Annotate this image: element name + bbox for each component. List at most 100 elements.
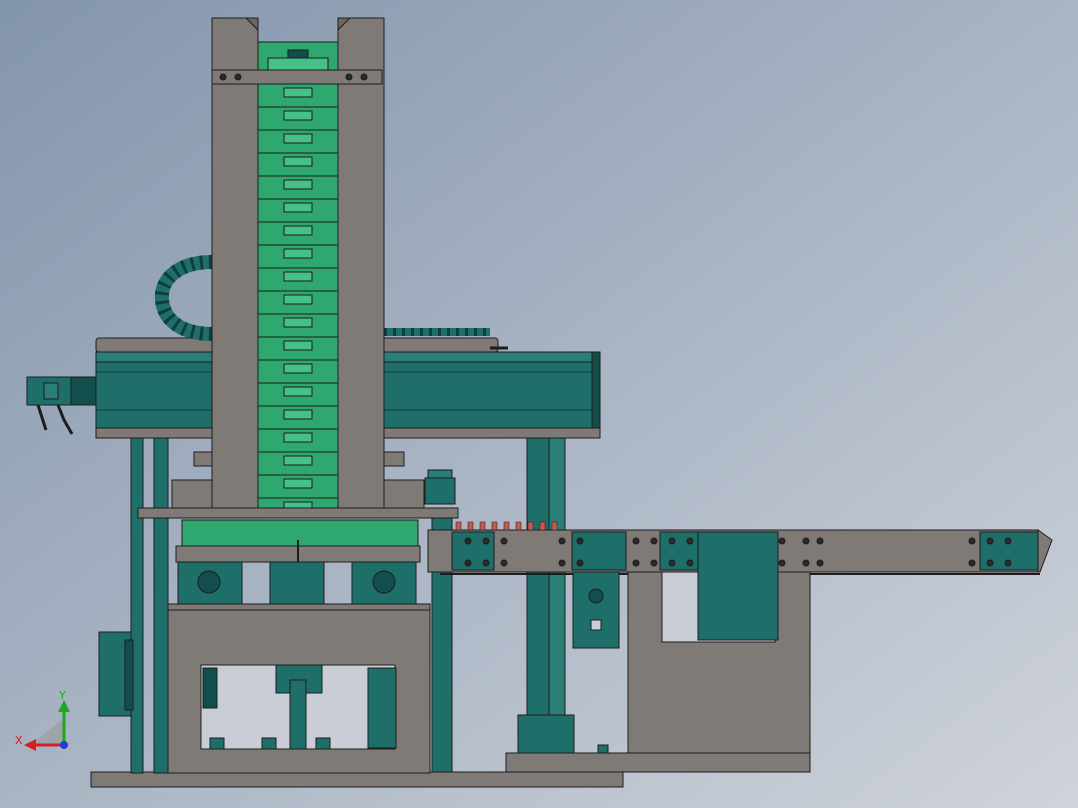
tray-slot [283, 478, 313, 489]
lower-motor-flange [124, 639, 134, 711]
tray-slot [283, 156, 313, 167]
window-motor-right [367, 667, 397, 749]
triad-y-label: Y [58, 689, 66, 702]
conveyor-pin [467, 521, 474, 531]
rail-bolt [1004, 537, 1012, 545]
tray-slot [283, 248, 313, 259]
tray-slot [283, 87, 313, 98]
window-foot [261, 737, 277, 750]
rail-bolt [802, 559, 810, 567]
gantry-motor-flange [70, 376, 97, 406]
rail-bolt [686, 559, 694, 567]
bearing-center-block [269, 561, 325, 605]
rail-bolt [558, 537, 566, 545]
lower-frame-top [167, 603, 431, 611]
magazine-top-clip [287, 49, 309, 59]
tray-slot [283, 363, 313, 374]
magazine-top-block [267, 57, 329, 71]
gantry-motor-cap [43, 382, 59, 400]
conveyor-sensor-bracket [572, 571, 620, 649]
triad-origin [60, 741, 68, 749]
sensor-bracket [424, 477, 456, 505]
rail-bolt [632, 537, 640, 545]
bearing-right-bore [372, 570, 396, 594]
tray-slot [283, 386, 313, 397]
conveyor-pin [539, 521, 546, 531]
rail-bolt [632, 559, 640, 567]
rail-bolt [686, 537, 694, 545]
sensor-cap [427, 469, 453, 479]
rail-bolt [464, 537, 472, 545]
tray-slot [283, 455, 313, 466]
column-right-a [526, 437, 550, 754]
magazine-right-plate [337, 17, 385, 511]
base-plate-left [90, 771, 624, 788]
carriage-side-plate-left [171, 479, 213, 509]
crossbar-bolt [234, 73, 242, 81]
rail-bolt [668, 559, 676, 567]
rail-bolt [986, 559, 994, 567]
rail-bolt [816, 537, 824, 545]
tray-slot [283, 110, 313, 121]
rail-bolt [802, 537, 810, 545]
carriage-bottom-plate [137, 507, 459, 519]
conveyor-pin-row [455, 521, 558, 531]
crossbar-bolt [360, 73, 368, 81]
crossbar-bolt [219, 73, 227, 81]
rail-bolt [650, 537, 658, 545]
conveyor-pin [503, 521, 510, 531]
column-left-outer [130, 437, 144, 774]
lift-plate [181, 519, 419, 547]
tray-slot [283, 340, 313, 351]
rail-bolt [986, 537, 994, 545]
cad-viewport[interactable]: Y X [0, 0, 1078, 808]
rail-bolt [968, 537, 976, 545]
conveyor-pin [479, 521, 486, 531]
tray-slot [283, 294, 313, 305]
rail-bolt [668, 537, 676, 545]
rail-bolt [650, 559, 658, 567]
triad-x-label: X [15, 734, 23, 747]
conveyor-sensor-hole [588, 588, 604, 604]
tray-slot [283, 133, 313, 144]
rail-bolt [464, 559, 472, 567]
tray-slot [283, 409, 313, 420]
carriage-right-block [383, 451, 405, 467]
conveyor-teal-segment-3 [659, 531, 701, 571]
window-motor-left [202, 667, 218, 709]
conveyor-pin [515, 521, 522, 531]
rail-bolt [482, 559, 490, 567]
rail-bolt [576, 537, 584, 545]
tray-slot [283, 432, 313, 443]
carriage-side-plate-right [383, 479, 425, 509]
crossbar-bolt [345, 73, 353, 81]
magazine-left-plate [211, 17, 259, 511]
column-right-b [548, 437, 566, 754]
carriage-left-block [193, 451, 213, 467]
window-foot [209, 737, 225, 750]
rail-bolt [482, 537, 490, 545]
tray-slot [283, 179, 313, 190]
conveyor-motor-plate [697, 531, 779, 641]
gantry-end-cap-right [591, 351, 601, 429]
rail-bolt [558, 559, 566, 567]
rail-bolt [500, 559, 508, 567]
lift-cylinder-rod [289, 679, 307, 750]
conveyor-pin [455, 521, 462, 531]
rail-bolt [576, 559, 584, 567]
column-base-fitting [517, 714, 575, 754]
bearing-left-bore [197, 570, 221, 594]
conveyor-pin [491, 521, 498, 531]
rail-bolt [968, 559, 976, 567]
tray-slot [283, 271, 313, 282]
base-plate-right [505, 752, 811, 773]
rail-bolt [778, 559, 786, 567]
tray-slot [283, 225, 313, 236]
window-foot [315, 737, 331, 750]
tray-slot [283, 317, 313, 328]
column-base-nut [597, 744, 609, 754]
rail-bolt [778, 537, 786, 545]
rail-bolt [500, 537, 508, 545]
column-left-inner [153, 437, 169, 774]
conveyor-pin [527, 521, 534, 531]
